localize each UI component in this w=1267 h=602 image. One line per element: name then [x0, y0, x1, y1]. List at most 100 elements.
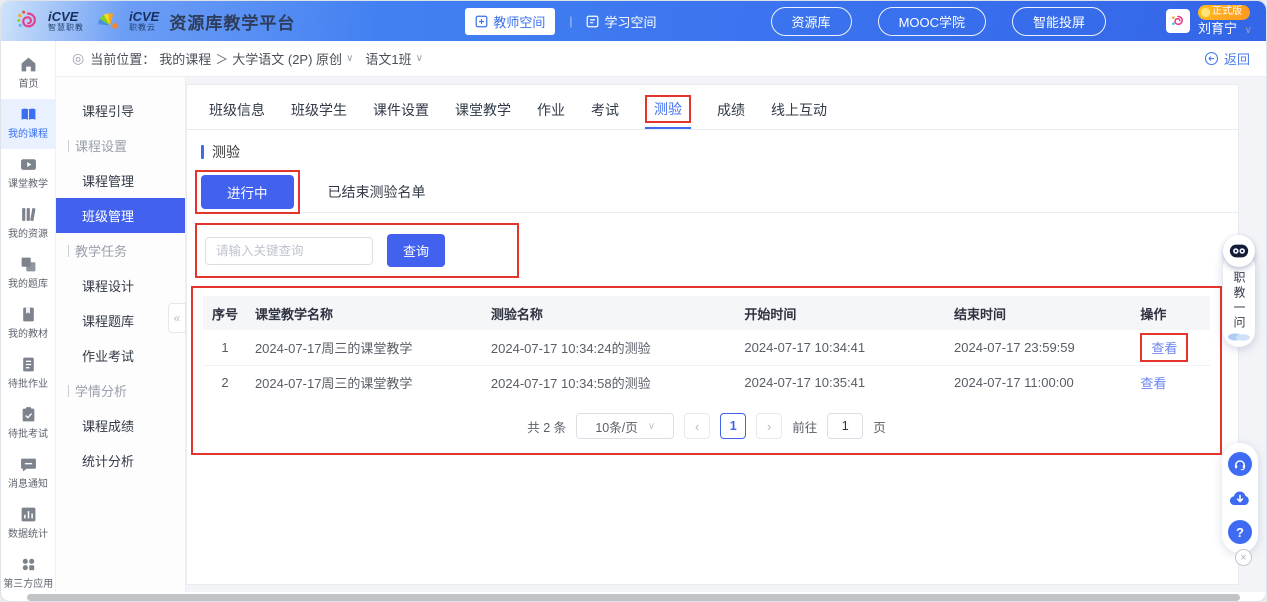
menu-section-learning-analysis: 学情分析: [56, 373, 185, 408]
total-count: 共 2 条: [527, 417, 566, 436]
table-row: 2 2024-07-17周三的课堂教学 2024-07-17 10:34:58的…: [203, 365, 1210, 400]
sidebar-item-pending-exams[interactable]: 待批考试: [1, 399, 55, 449]
col-header-action: 操作: [1132, 296, 1210, 330]
download-button[interactable]: [1228, 486, 1252, 510]
main-area: 班级信息 班级学生 课件设置 课堂教学 作业 考试 测验 成绩 线上互动 测验 …: [186, 77, 1266, 592]
sidebar-item-my-courses[interactable]: 我的课程: [1, 99, 55, 149]
user-area[interactable]: 正式版 刘育宁 ∨: [1166, 5, 1252, 37]
brand-sub: 智慧职教: [48, 24, 84, 32]
smart-casting-button[interactable]: 智能投屏: [1012, 7, 1106, 36]
pending-exam-icon: [20, 406, 37, 423]
annotation-box-search: 查询: [195, 223, 519, 278]
nav-separator: |: [569, 14, 572, 28]
menu-item-homework-exam[interactable]: 作业考试: [56, 338, 185, 373]
menu-collapse-handle[interactable]: «: [168, 303, 186, 333]
robot-icon: [1223, 235, 1255, 267]
tab-classroom-teaching[interactable]: 课堂教学: [455, 100, 511, 129]
app-window: iCVE 智慧职教 iCVE 职教云 资源库教学平台: [0, 0, 1267, 602]
learning-space-icon: [586, 15, 599, 28]
content-card: 班级信息 班级学生 课件设置 课堂教学 作业 考试 测验 成绩 线上互动 测验 …: [186, 84, 1239, 585]
avatar[interactable]: [1166, 9, 1190, 33]
horizontal-scrollbar[interactable]: [27, 594, 1240, 601]
prev-page-button[interactable]: ‹: [684, 413, 710, 439]
view-link[interactable]: 查看: [1151, 341, 1177, 356]
sidebar-item-third-party-apps[interactable]: 第三方应用: [1, 549, 55, 599]
current-page[interactable]: 1: [720, 413, 746, 439]
back-arrow-icon: [1204, 51, 1219, 66]
customer-service-button[interactable]: [1228, 452, 1252, 476]
classroom-teaching-icon: [20, 156, 37, 173]
question-icon: ?: [1236, 525, 1244, 540]
brand-secondary: iCVE 职教云: [96, 8, 159, 34]
page-size-select[interactable]: 10条/页∨: [576, 413, 674, 439]
menu-item-course-question-bank[interactable]: 课程题库: [56, 303, 185, 338]
menu-item-class-management[interactable]: 班级管理: [56, 198, 185, 233]
tab-class-students[interactable]: 班级学生: [291, 100, 347, 129]
sidebar-item-pending-homework[interactable]: 待批作业: [1, 349, 55, 399]
breadcrumb-root[interactable]: 我的课程: [159, 49, 211, 68]
username[interactable]: 刘育宁 ∨: [1198, 21, 1252, 37]
menu-item-course-design[interactable]: 课程设计: [56, 268, 185, 303]
col-header-lesson: 课堂教学名称: [247, 296, 483, 330]
tab-online-interaction[interactable]: 线上互动: [771, 100, 827, 129]
view-link[interactable]: 查看: [1140, 376, 1166, 391]
mooc-college-button[interactable]: MOOC学院: [878, 7, 986, 36]
version-badge: 正式版: [1198, 5, 1250, 20]
sidebar-item-home[interactable]: 首页: [1, 49, 55, 99]
sidebar-item-question-bank[interactable]: 我的题库: [1, 249, 55, 299]
my-courses-icon: [20, 106, 37, 123]
annotation-box-view-link: 查看: [1140, 333, 1188, 362]
assistant-widget[interactable]: 职教一问: [1222, 235, 1256, 347]
tab-grades[interactable]: 成绩: [717, 100, 745, 129]
query-button[interactable]: 查询: [387, 234, 445, 267]
chevron-down-icon: ∨: [346, 53, 353, 64]
menu-item-course-management[interactable]: 课程管理: [56, 163, 185, 198]
next-page-button[interactable]: ›: [756, 413, 782, 439]
col-header-no: 序号: [203, 296, 247, 330]
sidebar-item-data-statistics[interactable]: 数据统计: [1, 499, 55, 549]
resource-library-button[interactable]: 资源库: [771, 7, 852, 36]
course-dropdown[interactable]: 大学语文 (2P) 原创∨: [232, 49, 353, 68]
tab-courseware-settings[interactable]: 课件设置: [373, 100, 429, 129]
nav-teacher-space[interactable]: 教师空间: [465, 8, 555, 35]
annotation-box-quiz-tab: 测验: [645, 95, 691, 123]
ongoing-subtab-button[interactable]: 进行中: [201, 175, 294, 209]
teacher-space-icon: [475, 15, 488, 28]
section-title-bar: [201, 145, 204, 159]
tab-quiz[interactable]: 测验: [645, 95, 691, 129]
nav-learning-space[interactable]: 学习空间: [586, 12, 656, 31]
back-button[interactable]: 返回: [1204, 49, 1250, 68]
sidebar-item-classroom-teaching[interactable]: 课堂教学: [1, 149, 55, 199]
goto-page-input[interactable]: [827, 413, 863, 439]
search-input[interactable]: [205, 237, 373, 265]
sidebar-item-messages[interactable]: 消息通知: [1, 449, 55, 499]
class-dropdown[interactable]: 语文1班∨: [365, 49, 423, 68]
headset-icon: [1233, 457, 1247, 471]
table-row: 1 2024-07-17周三的课堂教学 2024-07-17 10:34:24的…: [203, 330, 1210, 365]
icon-sidebar: 首页 我的课程 课堂教学 我的资源 我的题库 我的教材 待批作业 待批考试: [1, 41, 56, 592]
goto-unit: 页: [873, 417, 886, 436]
goto-label: 前往: [792, 417, 817, 436]
quiz-subtabs: 进行中 已结束测验名单: [195, 170, 1238, 213]
col-header-start: 开始时间: [736, 296, 946, 330]
tab-homework[interactable]: 作业: [537, 100, 565, 129]
tab-class-info[interactable]: 班级信息: [209, 100, 265, 129]
menu-item-course-guide[interactable]: 课程引导: [56, 93, 185, 128]
search-area: 查询: [195, 223, 1238, 278]
menu-item-statistical-analysis[interactable]: 统计分析: [56, 443, 185, 478]
help-button[interactable]: ?: [1228, 520, 1252, 544]
brand-primary: iCVE 智慧职教: [15, 8, 84, 34]
icve-swirl-logo-icon: [15, 8, 41, 34]
table-header-row: 序号 课堂教学名称 测验名称 开始时间 结束时间 操作: [203, 296, 1210, 330]
menu-item-course-grades[interactable]: 课程成绩: [56, 408, 185, 443]
sidebar-item-my-textbooks[interactable]: 我的教材: [1, 299, 55, 349]
tab-exam[interactable]: 考试: [591, 100, 619, 129]
menu-section-course-settings: 课程设置: [56, 128, 185, 163]
breadcrumb-prefix: 当前位置：: [90, 49, 155, 68]
close-floating-button[interactable]: ×: [1235, 549, 1252, 566]
location-icon: ◎: [72, 50, 84, 67]
finished-quiz-subtab[interactable]: 已结束测验名单: [328, 182, 426, 212]
sidebar-item-my-resources[interactable]: 我的资源: [1, 199, 55, 249]
pagination: 共 2 条 10条/页∨ ‹ 1 › 前往 页: [203, 413, 1210, 439]
annotation-box-table: 序号 课堂教学名称 测验名称 开始时间 结束时间 操作 1 2024-07-17…: [191, 286, 1222, 455]
